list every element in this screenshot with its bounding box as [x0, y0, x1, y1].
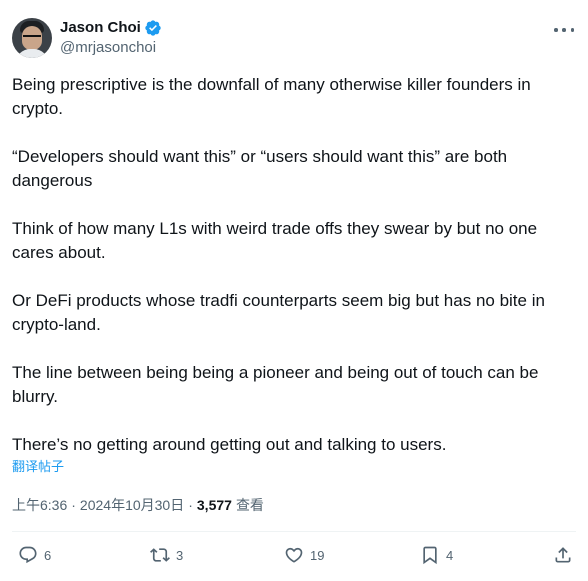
share-button[interactable]	[553, 545, 573, 565]
tweet-metadata: 上午6:36 · 2024年10月30日 · 3,577 查看	[12, 495, 264, 515]
retweet-count: 3	[176, 547, 184, 563]
heart-icon	[285, 547, 303, 563]
tweet-paragraph: “Developers should want this” or “users …	[12, 147, 508, 190]
reply-icon	[19, 546, 37, 564]
tweet-paragraph: There’s no getting around getting out an…	[12, 435, 447, 454]
like-button[interactable]: 19	[284, 545, 324, 565]
more-options-button[interactable]	[554, 20, 574, 40]
tweet-time[interactable]: 上午6:36	[12, 495, 67, 515]
meta-separator: ·	[71, 497, 76, 513]
action-bar: 6 3 19 4	[12, 542, 576, 568]
author-handle[interactable]: @mrjasonchoi	[60, 38, 162, 58]
bookmark-icon	[423, 546, 437, 565]
retweet-icon	[150, 548, 170, 562]
views-label[interactable]: 查看	[236, 495, 264, 515]
translate-post-link[interactable]: 翻译帖子	[12, 458, 64, 476]
verified-badge-icon	[145, 20, 161, 36]
reply-count: 6	[44, 547, 52, 563]
like-count: 19	[310, 547, 325, 563]
author-display-name[interactable]: Jason Choi	[60, 18, 141, 38]
share-icon	[555, 547, 571, 563]
tweet-text: Being prescriptive is the downfall of ma…	[12, 73, 572, 457]
tweet-paragraph: The line between being being a pioneer a…	[12, 363, 539, 406]
divider	[12, 531, 576, 532]
bookmark-button[interactable]: 4	[420, 545, 453, 565]
reply-button[interactable]: 6	[18, 545, 51, 565]
avatar[interactable]	[12, 18, 52, 58]
views-count[interactable]: 3,577	[197, 495, 232, 515]
author-info: Jason Choi @mrjasonchoi	[60, 18, 162, 58]
tweet-date[interactable]: 2024年10月30日	[80, 495, 184, 515]
retweet-button[interactable]: 3	[150, 545, 183, 565]
tweet-paragraph: Or DeFi products whose tradfi counterpar…	[12, 291, 545, 334]
tweet-paragraph: Think of how many L1s with weird trade o…	[12, 219, 538, 262]
tweet-card: Jason Choi @mrjasonchoi Being prescripti…	[0, 0, 588, 581]
more-icon	[554, 28, 558, 32]
bookmark-count: 4	[446, 547, 454, 563]
tweet-paragraph: Being prescriptive is the downfall of ma…	[12, 75, 531, 118]
tweet-header: Jason Choi @mrjasonchoi	[12, 16, 162, 60]
meta-separator: ·	[188, 497, 193, 513]
